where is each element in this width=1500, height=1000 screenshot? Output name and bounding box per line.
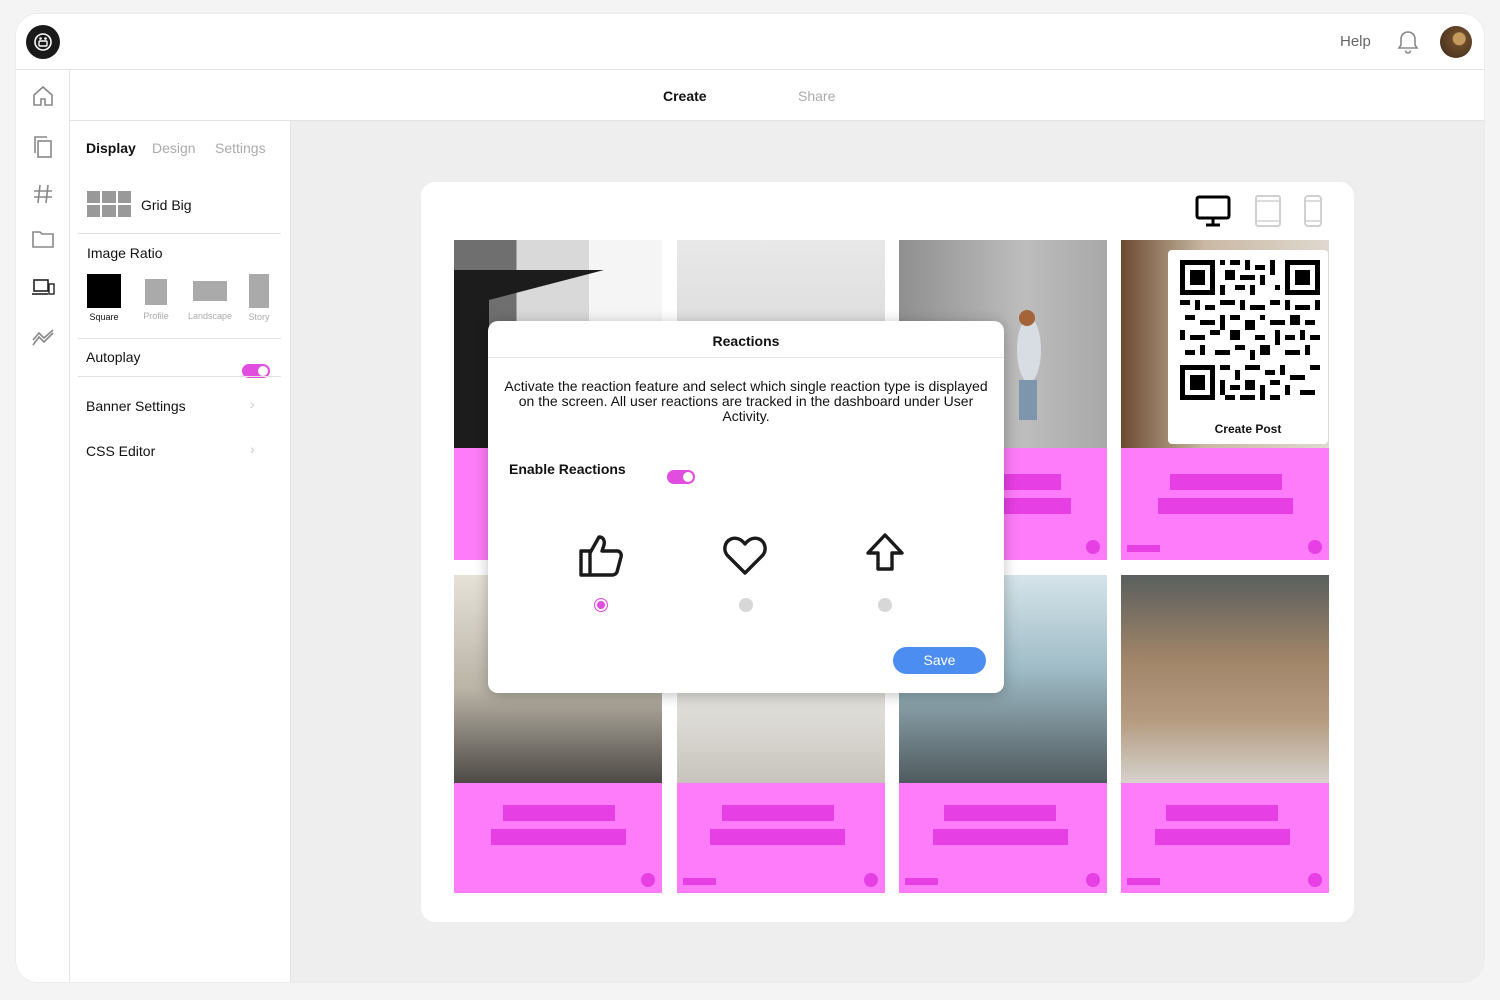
tab-create[interactable]: Create: [663, 88, 707, 104]
text-placeholder: [503, 805, 615, 821]
hashtag-icon[interactable]: [31, 182, 55, 206]
app-window: Help Create Share Display Design Setting…: [16, 14, 1484, 982]
reaction-dot[interactable]: [641, 873, 655, 887]
tag-placeholder: [905, 878, 938, 885]
mobile-icon[interactable]: [1303, 194, 1323, 228]
heart-radio[interactable]: [739, 598, 753, 612]
reaction-dot[interactable]: [1308, 540, 1322, 554]
text-placeholder: [1166, 805, 1278, 821]
divider: [78, 376, 281, 377]
logo-icon[interactable]: [26, 25, 60, 59]
tablet-icon[interactable]: [1254, 194, 1282, 228]
modal-title: Reactions: [712, 333, 780, 349]
text-placeholder: [1003, 498, 1071, 514]
settings-panel: Display Design Settings Grid Big Image R…: [70, 121, 291, 982]
ratio-label: Story: [248, 312, 270, 322]
modal-description: Activate the reaction feature and select…: [504, 378, 988, 424]
ratio-story-option[interactable]: Story: [244, 274, 274, 322]
qr-code-icon: [1180, 260, 1320, 400]
thumbs-up-icon[interactable]: [577, 531, 625, 579]
enable-reactions-label: Enable Reactions: [509, 461, 626, 477]
desktop-icon[interactable]: [1195, 194, 1231, 228]
tab-share[interactable]: Share: [798, 88, 835, 104]
post-card[interactable]: [1121, 575, 1329, 893]
tag-placeholder: [1127, 878, 1160, 885]
enable-reactions-toggle[interactable]: [667, 470, 695, 484]
tag-placeholder: [1127, 545, 1160, 552]
top-bar: Help: [16, 14, 1484, 70]
text-placeholder: [1158, 498, 1293, 514]
autoplay-label: Autoplay: [86, 349, 141, 365]
ratio-label: Profile: [143, 311, 169, 321]
tab-design[interactable]: Design: [152, 140, 196, 156]
layout-label[interactable]: Grid Big: [141, 197, 192, 213]
save-button[interactable]: Save: [893, 647, 986, 674]
qr-code-card[interactable]: Create Post: [1168, 250, 1328, 444]
reaction-dot[interactable]: [864, 873, 878, 887]
tab-display[interactable]: Display: [86, 140, 136, 156]
folder-icon[interactable]: [31, 227, 55, 251]
story-shape-icon: [249, 274, 269, 308]
text-placeholder: [491, 829, 626, 845]
ratio-profile-option[interactable]: Profile: [140, 279, 172, 321]
heart-icon[interactable]: [721, 531, 769, 579]
reactions-modal: Reactions Activate the reaction feature …: [488, 321, 1004, 693]
bell-icon[interactable]: [1396, 29, 1420, 55]
reaction-dot[interactable]: [1308, 873, 1322, 887]
landscape-shape-icon: [193, 281, 227, 301]
main-tabs: Create Share: [70, 70, 1484, 121]
divider: [488, 357, 1004, 358]
analytics-icon[interactable]: [31, 327, 55, 351]
qr-label: Create Post: [1214, 422, 1282, 436]
arrow-up-radio[interactable]: [878, 598, 892, 612]
divider: [78, 338, 281, 339]
reaction-dot[interactable]: [1086, 540, 1100, 554]
text-placeholder: [722, 805, 834, 821]
avatar[interactable]: [1440, 26, 1472, 58]
image-ratio-title: Image Ratio: [87, 245, 163, 261]
ratio-label: Landscape: [187, 311, 233, 321]
text-placeholder: [933, 829, 1068, 845]
ratio-landscape-option[interactable]: Landscape: [182, 281, 238, 321]
square-shape-icon: [87, 274, 121, 308]
tag-placeholder: [683, 878, 716, 885]
chevron-right-icon[interactable]: ›: [250, 441, 255, 457]
thumbs-up-radio[interactable]: [594, 598, 608, 612]
text-placeholder: [1003, 474, 1061, 490]
copy-icon[interactable]: [31, 135, 55, 159]
devices-icon[interactable]: [31, 275, 55, 299]
grid-layout-icon[interactable]: [87, 191, 131, 217]
help-link[interactable]: Help: [1340, 33, 1371, 50]
text-placeholder: [944, 805, 1056, 821]
reaction-dot[interactable]: [1086, 873, 1100, 887]
ratio-label: Square: [89, 312, 119, 322]
banner-settings-item[interactable]: Banner Settings: [86, 398, 186, 414]
home-icon[interactable]: [31, 84, 55, 108]
profile-shape-icon: [145, 279, 167, 305]
tab-settings[interactable]: Settings: [215, 140, 266, 156]
arrow-up-icon[interactable]: [863, 531, 907, 575]
post-image: [1121, 575, 1329, 783]
text-placeholder: [1155, 829, 1290, 845]
divider: [78, 233, 281, 234]
text-placeholder: [710, 829, 845, 845]
text-placeholder: [1170, 474, 1282, 490]
chevron-right-icon[interactable]: ›: [250, 396, 255, 412]
css-editor-item[interactable]: CSS Editor: [86, 443, 155, 459]
ratio-square-option[interactable]: Square: [86, 274, 122, 322]
icon-rail: [16, 70, 70, 982]
